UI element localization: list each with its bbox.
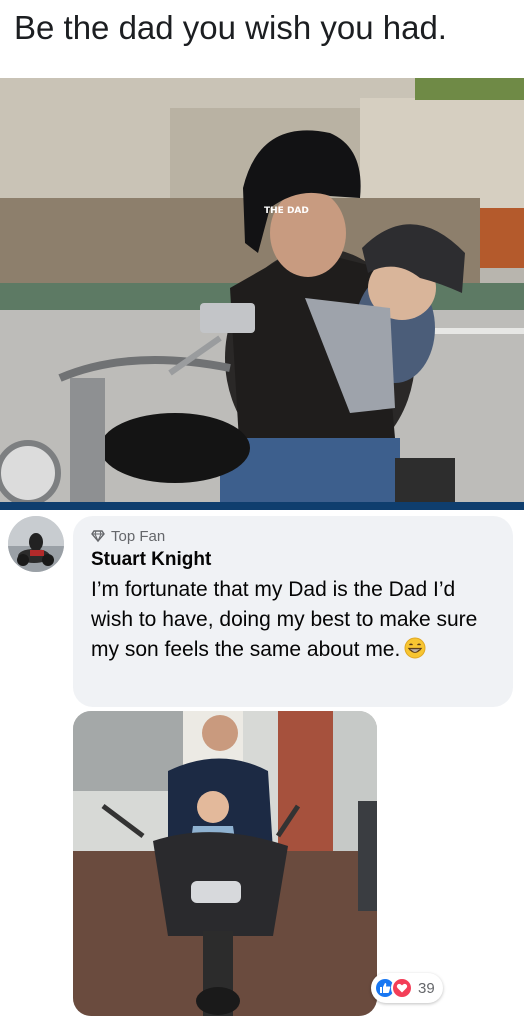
post-photo-dad-son-motorcycle[interactable]: THE DAD <box>0 78 524 502</box>
comment-author[interactable]: Stuart Knight <box>91 548 497 572</box>
comment-photo-father-son-motorbike[interactable] <box>73 711 377 1016</box>
reaction-summary[interactable]: 39 <box>371 973 443 1003</box>
comment-bubble: Top Fan Stuart Knight I’m fortunate that… <box>73 516 513 707</box>
comment-text: I’m fortunate that my Dad is the Dad I’d… <box>91 575 496 665</box>
top-fan-badge[interactable]: Top Fan <box>91 526 497 546</box>
reaction-count: 39 <box>418 979 435 997</box>
post-caption: Be the dad you wish you had. <box>14 9 447 46</box>
photo-divider <box>0 502 524 510</box>
badge-label: Top Fan <box>111 527 166 545</box>
avatar[interactable] <box>8 516 64 572</box>
grinning-face-icon <box>404 637 426 659</box>
love-icon <box>391 977 413 999</box>
top-fan-gem-icon <box>91 530 105 543</box>
helmet-logo-text: THE DAD <box>264 206 309 216</box>
